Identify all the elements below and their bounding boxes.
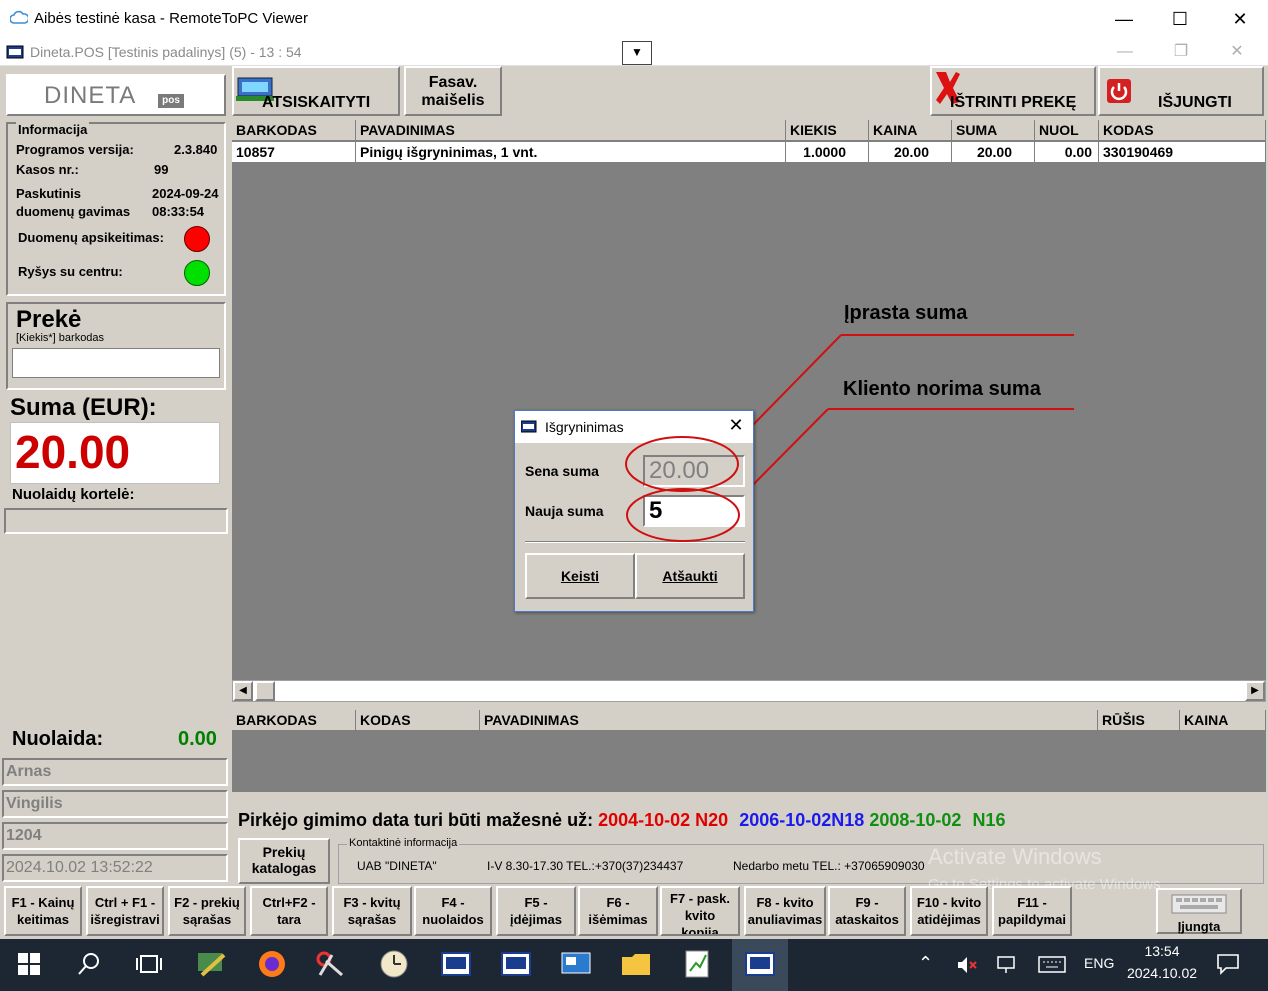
clock[interactable]: 13:54 2024.10.02 [1126,943,1198,981]
dialog-titlebar: Išgryninimas ✕ [515,411,753,443]
task-view-icon[interactable] [134,951,166,981]
tools-app-icon[interactable] [196,949,228,979]
language-indicator[interactable]: ENG [1084,955,1114,971]
network-icon[interactable] [996,955,1018,975]
search-icon[interactable] [76,951,108,981]
touch-keyboard-icon[interactable] [1038,955,1066,975]
annotation-usual-sum: Įprasta suma [844,302,968,324]
app-title: Dineta.POS [Testinis padalinys] (5) - 13… [30,44,302,60]
cash-out-dialog: Išgryninimas ✕ Sena suma 20.00 Nauja sum… [514,410,754,612]
new-sum-input[interactable]: 5 [643,495,745,527]
change-button[interactable]: Keisti [525,553,635,599]
volume-muted-icon[interactable] [956,955,978,975]
app-restore-button[interactable]: ❐ [1166,40,1196,64]
cancel-button[interactable]: Atšaukti [635,553,745,599]
dialog-app-icon [521,420,537,433]
clock-time: 13:54 [1144,943,1180,959]
taskbar: ⌃ ENG 13:54 2024.10.02 [0,939,1268,991]
dialog-divider [525,541,745,543]
windows-start-icon[interactable] [16,951,48,981]
snipping-tool-icon[interactable] [314,949,346,979]
notepad-chart-icon[interactable] [682,949,714,979]
app-titlebar: Dineta.POS [Testinis padalinys] (5) - 13… [0,38,1268,66]
tray-chevron-up-icon[interactable]: ⌃ [918,953,933,974]
clock-date: 2024.10.02 [1126,965,1198,981]
clock-app-icon[interactable] [378,949,410,979]
notifications-icon[interactable] [1216,953,1240,975]
usual-sum-pointer [747,334,842,431]
app-main: DINETA pos Informacija Programos versija… [0,66,1268,939]
pos-app-taskbar-icon-2[interactable] [500,949,532,979]
old-sum-label: Sena suma [525,463,599,479]
dropdown-button[interactable]: ▼ [622,41,652,65]
minimize-button[interactable]: — [1104,6,1144,32]
maximize-button[interactable]: ☐ [1160,6,1200,32]
dialog-close-icon[interactable]: ✕ [725,415,747,436]
remote-viewer-icon[interactable] [560,949,592,979]
pos-active-app-icon[interactable] [744,949,776,979]
firefox-icon[interactable] [256,949,288,979]
pos-app-icon [6,45,24,59]
annotation-client-sum: Kliento norima suma [843,378,1041,400]
old-sum-field: 20.00 [643,455,745,487]
dialog-title: Išgryninimas [545,419,624,435]
file-explorer-icon[interactable] [620,949,652,979]
window-titlebar: Aibės testinė kasa - RemoteToPC Viewer —… [0,0,1268,38]
app-minimize-button[interactable]: — [1110,40,1140,64]
new-sum-label: Nauja suma [525,503,604,519]
app-close-button[interactable]: ✕ [1222,40,1252,64]
cloud-icon [10,10,28,24]
close-button[interactable]: ✕ [1220,6,1260,32]
window-title: Aibės testinė kasa - RemoteToPC Viewer [34,10,309,27]
pos-app-taskbar-icon[interactable] [440,949,472,979]
